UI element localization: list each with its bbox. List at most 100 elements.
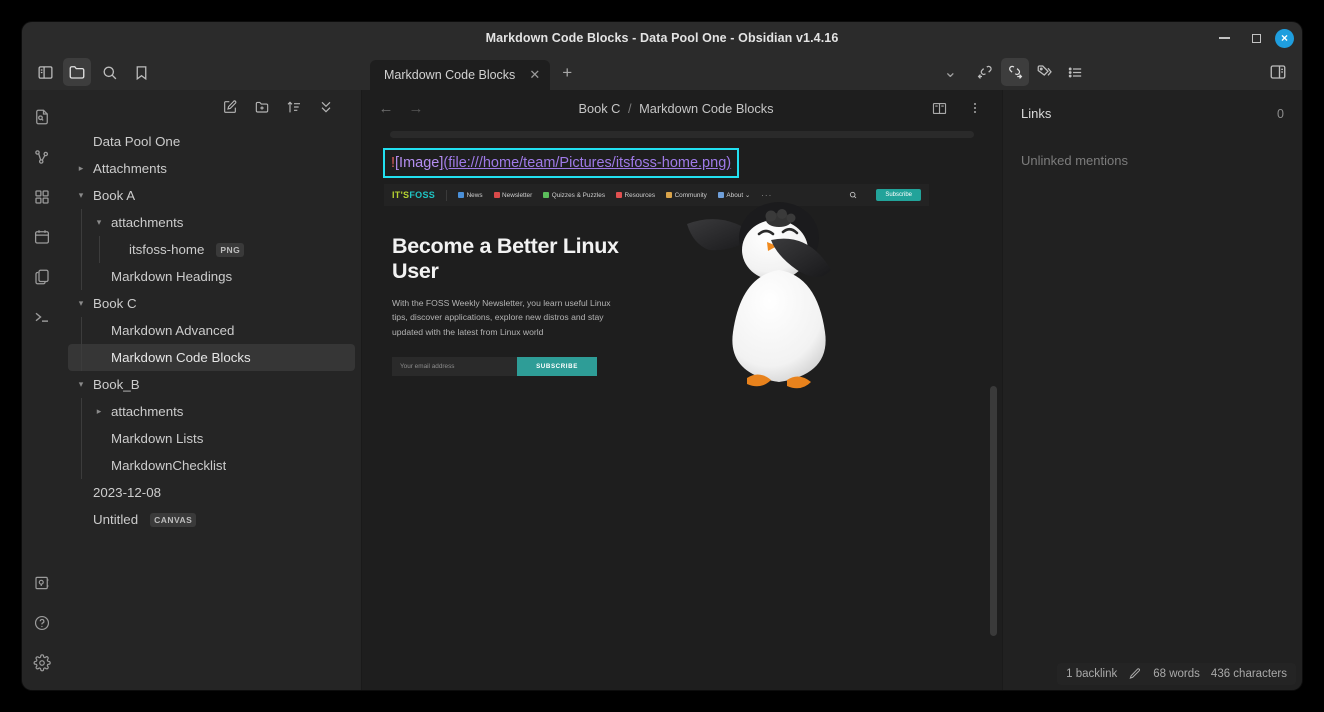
navigate-back-button[interactable]: ← [376, 100, 396, 117]
collapse-all-button[interactable] [313, 94, 339, 120]
markdown-image-link[interactable]: ![Image](file:///home/team/Pictures/itsf… [383, 148, 740, 178]
gear-icon [33, 654, 51, 672]
templates-button[interactable] [27, 262, 57, 292]
tab-bar: Markdown Code Blocks ✕ + ⌄ [362, 54, 967, 90]
daily-notes-button[interactable] [27, 222, 57, 252]
markdown-alt-text: [Image] [395, 155, 444, 171]
more-vertical-icon [974, 103, 976, 113]
word-count[interactable]: 68 words [1153, 668, 1200, 680]
tree-item-badge: CANVAS [150, 512, 197, 527]
tree-chevron-icon[interactable]: ▾ [74, 298, 88, 309]
tree-item[interactable]: ▸ attachments [68, 398, 355, 425]
breadcrumb-folder[interactable]: Book C [578, 101, 620, 116]
tree-item-label: Book C [93, 296, 137, 311]
site-nav-item[interactable]: Newsletter [493, 192, 532, 199]
unlinked-mentions-label[interactable]: Unlinked mentions [1003, 121, 1302, 168]
terminal-button[interactable] [27, 302, 57, 332]
tree-chevron-icon[interactable]: ▾ [92, 217, 106, 228]
grid-icon [35, 190, 49, 204]
editor-content[interactable]: ![Image](file:///home/team/Pictures/itsf… [362, 126, 1002, 690]
maximize-icon [1251, 33, 1261, 43]
site-nav-item-icon [543, 192, 550, 198]
help-button[interactable] [27, 608, 57, 638]
navigate-forward-button[interactable]: → [406, 100, 426, 117]
tab-list-chevron-icon[interactable]: ⌄ [944, 62, 957, 82]
tree-item[interactable]: ▾ attachments [68, 209, 355, 236]
tree-item-label: attachments [111, 404, 184, 419]
tree-item[interactable]: Markdown Code Blocks [68, 344, 355, 371]
tree-item[interactable]: ▸ Attachments [68, 155, 355, 182]
outline-button[interactable] [1061, 58, 1089, 86]
tags-button[interactable] [1031, 58, 1059, 86]
character-count[interactable]: 436 characters [1211, 668, 1287, 680]
status-bar: 1 backlink 68 words 436 characters [1057, 663, 1296, 685]
tree-chevron-icon[interactable]: ▾ [74, 379, 88, 390]
site-nav-item-icon [493, 192, 500, 198]
tree-item[interactable]: MarkdownChecklist [68, 452, 355, 479]
breadcrumb-file[interactable]: Markdown Code Blocks [639, 101, 773, 116]
tree-chevron-icon[interactable]: ▾ [74, 190, 88, 201]
tree-item[interactable]: ▾ Book_B [68, 371, 355, 398]
bookmarks-button[interactable] [127, 58, 155, 86]
editor-pane: ← → Book C / Markdown Code Blocks ![Imag… [362, 90, 1002, 690]
tree-item[interactable]: ▾ Book A [68, 182, 355, 209]
backlink-count[interactable]: 1 backlink [1066, 668, 1117, 680]
toggle-left-sidebar-button[interactable] [31, 58, 59, 86]
new-folder-icon [255, 101, 269, 113]
tree-item[interactable]: Markdown Advanced [68, 317, 355, 344]
tree-indent-guide [81, 236, 82, 263]
minimize-button[interactable] [1211, 25, 1237, 51]
quick-switcher-button[interactable] [27, 102, 57, 132]
new-note-button[interactable] [217, 94, 243, 120]
tree-item[interactable]: itsfoss-home PNG [68, 236, 355, 263]
file-explorer-button[interactable] [63, 58, 91, 86]
copy-files-icon [35, 269, 49, 285]
hero-subscribe-button[interactable]: SUBSCRIBE [517, 356, 597, 376]
editor-scrollbar[interactable] [990, 386, 997, 636]
new-folder-button[interactable] [249, 94, 275, 120]
tree-indent-guide [81, 425, 82, 452]
tree-item[interactable]: ▾ Book C [68, 290, 355, 317]
site-subscribe-button[interactable]: Subscribe [876, 189, 921, 201]
graph-view-button[interactable] [27, 142, 57, 172]
site-nav-item-icon [616, 192, 623, 198]
maximize-button[interactable] [1243, 25, 1269, 51]
tab-markdown-code-blocks[interactable]: Markdown Code Blocks ✕ [370, 60, 551, 90]
sort-order-button[interactable] [281, 94, 307, 120]
app-body: Data Pool One ▸ Attachments ▾ Book A ▾ attachm… [22, 90, 1302, 690]
tree-item[interactable]: Untitled CANVAS [68, 506, 355, 533]
tree-item[interactable]: Data Pool One [68, 128, 355, 155]
backlinks-button[interactable] [971, 58, 999, 86]
hero-email-input[interactable]: Your email address [392, 356, 517, 376]
penguin-mascot-icon [687, 202, 831, 389]
toggle-right-sidebar-button[interactable] [1264, 58, 1292, 86]
book-icon [932, 102, 946, 114]
reading-view-button[interactable] [926, 95, 952, 121]
markdown-url[interactable]: (file:///home/team/Pictures/itsfoss-home… [443, 155, 731, 171]
vault-switcher-button[interactable] [27, 568, 57, 598]
tab-close-icon[interactable]: ✕ [529, 67, 540, 83]
tree-item-label: MarkdownChecklist [111, 458, 227, 473]
site-nav-item[interactable]: Quizzes & Puzzles [543, 192, 605, 199]
tree-chevron-icon[interactable]: ▸ [92, 406, 106, 417]
list-icon [1068, 67, 1081, 77]
close-button[interactable]: × [1275, 28, 1294, 48]
embedded-image-preview[interactable]: IT'SFOSS News Newsletter Quizzes & Puzzles… [384, 184, 929, 432]
tree-item-label: 2023-12-08 [93, 485, 162, 500]
sidebar-icon [37, 65, 53, 79]
tree-chevron-icon[interactable]: ▸ [74, 163, 88, 174]
site-nav-item[interactable]: News [458, 192, 483, 199]
tree-indent-guide [81, 209, 82, 236]
more-options-button[interactable] [962, 95, 988, 121]
pencil-icon[interactable] [1128, 667, 1142, 681]
new-tab-button[interactable]: + [562, 63, 572, 83]
outgoing-links-button[interactable] [1001, 58, 1029, 86]
tree-item[interactable]: Markdown Lists [68, 425, 355, 452]
plugins-button[interactable] [27, 182, 57, 212]
settings-button[interactable] [27, 648, 57, 678]
tree-item[interactable]: 2023-12-08 [68, 479, 355, 506]
right-sidebar: Links 0 Unlinked mentions 1 backlink 68 … [1002, 90, 1302, 690]
site-nav-item[interactable]: Resources [616, 192, 655, 199]
tree-item[interactable]: Markdown Headings [68, 263, 355, 290]
search-button[interactable] [95, 58, 123, 86]
